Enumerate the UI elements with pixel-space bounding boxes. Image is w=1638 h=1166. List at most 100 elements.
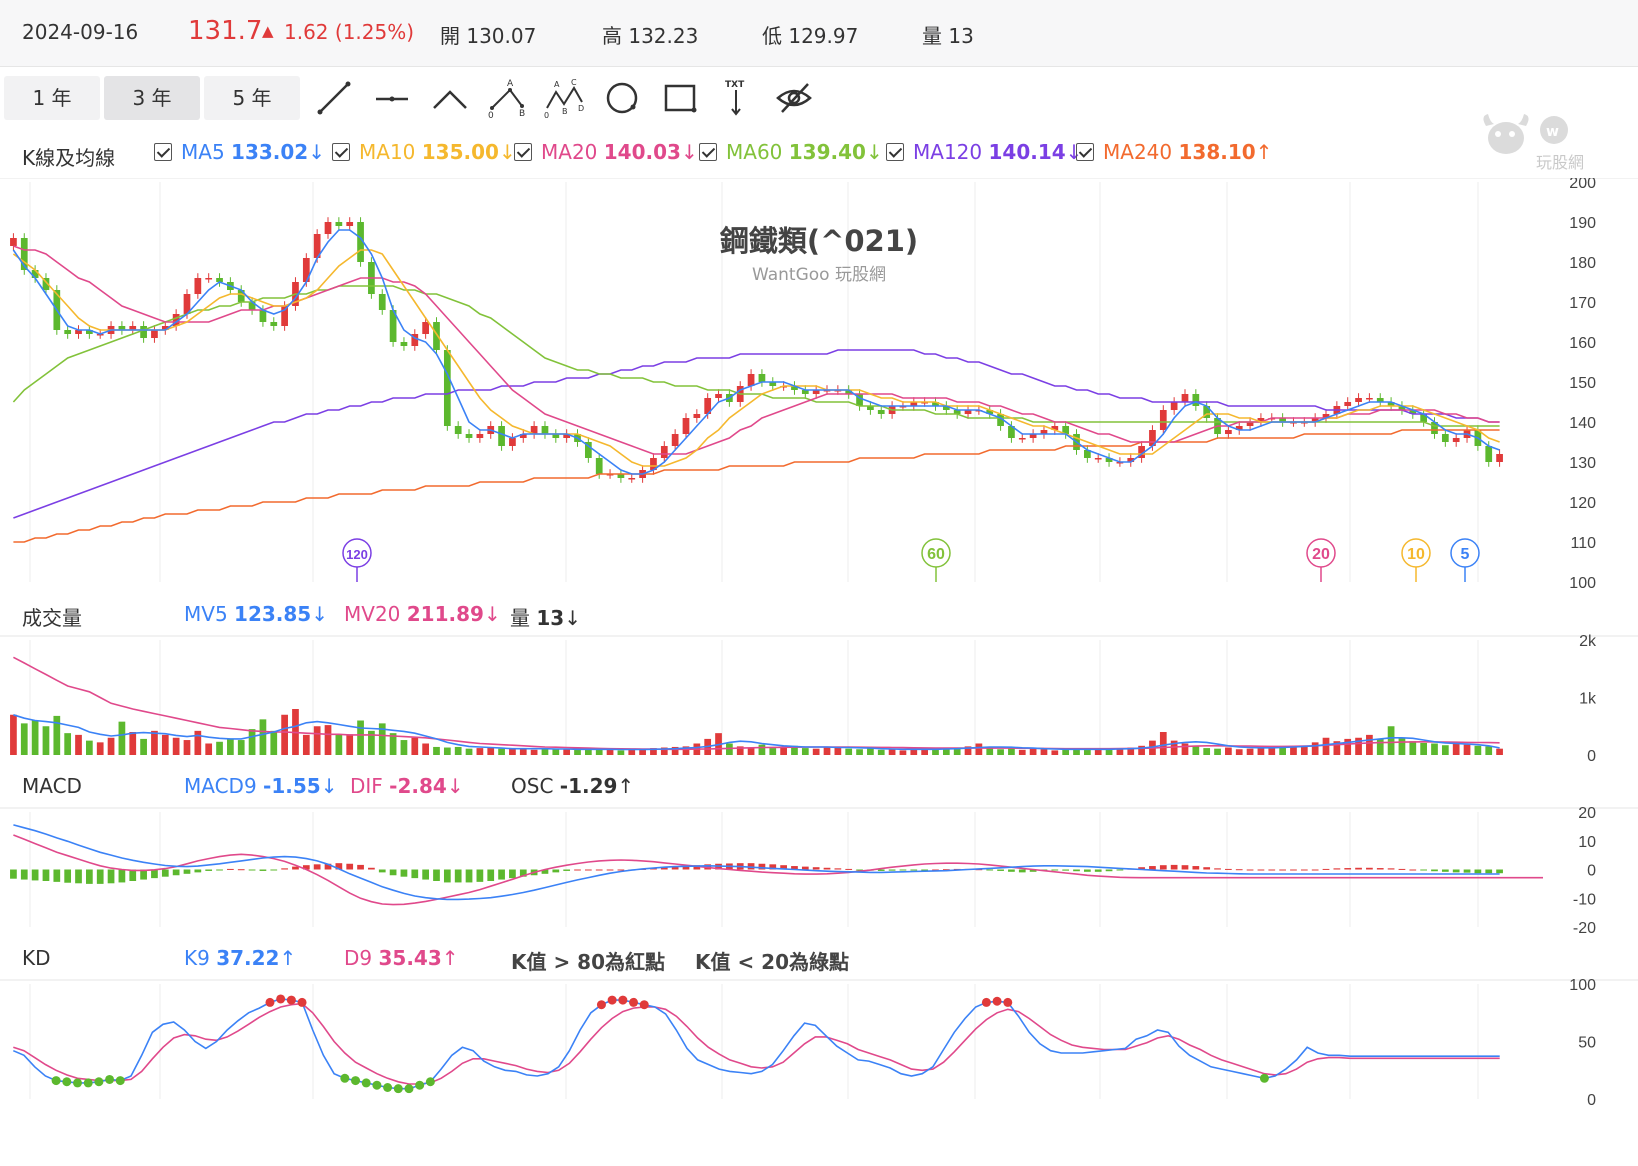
kd-chart[interactable]: 0 50 100 <box>0 974 1638 1166</box>
volume-bar <box>172 737 180 755</box>
kd-note-green: K值 < 20為綠點 <box>695 950 850 974</box>
kd-green-dot <box>115 1076 125 1086</box>
k9-line <box>12 998 1500 1090</box>
checkbox-icon[interactable] <box>699 143 717 161</box>
candle-body <box>443 350 451 426</box>
osc-bar <box>1105 869 1113 872</box>
angle-line-icon[interactable] <box>430 78 470 118</box>
osc-bar <box>1149 866 1156 870</box>
osc-bar <box>270 869 278 871</box>
volume-bar <box>856 749 863 755</box>
kd-red-dot <box>981 997 991 1007</box>
volume-bar <box>1203 748 1211 755</box>
volume-bar <box>324 725 332 755</box>
vol-arrow: ↓ <box>564 606 581 630</box>
osc-bar <box>378 869 386 873</box>
volume-bar <box>194 730 202 755</box>
volume-bar <box>476 748 484 755</box>
quote-open: 開 130.07 <box>440 24 537 48</box>
volume-bar <box>1474 745 1482 755</box>
volume-bar <box>96 742 104 755</box>
kline-legend: K線及均線 MA5 133.02 ↓ MA10 135.00 ↓ MA20 140.… <box>0 140 1638 170</box>
candle-body <box>541 426 549 434</box>
checkbox-icon[interactable] <box>154 143 172 161</box>
ma20-value: 140.03 <box>603 140 681 164</box>
candle-body <box>877 410 885 414</box>
candle-body <box>671 434 679 446</box>
d9-arrow: ↑ <box>441 946 459 970</box>
volume-bar <box>1452 743 1460 755</box>
range-1y-button[interactable]: 1 年 <box>4 76 100 120</box>
kd-note-red: K值 > 80為紅點 <box>511 950 666 974</box>
osc-bar <box>53 869 61 882</box>
volume-bar <box>129 732 137 755</box>
ma-marker-label: 5 <box>1461 546 1470 563</box>
checkbox-icon[interactable] <box>886 143 904 161</box>
text-tool-icon[interactable]: TXT <box>716 78 756 118</box>
volume-bar <box>498 748 505 755</box>
ma20-toggle[interactable]: MA20 140.03 ↓ <box>514 140 698 164</box>
osc-bar <box>129 869 137 881</box>
volume-bar <box>1018 749 1026 755</box>
abcd-pattern-icon[interactable]: A C 0 B D <box>544 78 584 120</box>
volume-bar <box>313 726 321 755</box>
y-tick-label: 2k <box>1579 633 1597 650</box>
abc-pattern-icon[interactable]: A 0 B <box>488 78 528 121</box>
ma20-label: MA20 <box>541 140 598 164</box>
kd-green-dot <box>425 1077 435 1087</box>
range-3y-button[interactable]: 3 年 <box>104 76 200 120</box>
mv5-arrow: ↓ <box>311 602 328 626</box>
ma20-arrow: ↓ <box>680 140 698 164</box>
volume-bar <box>1225 747 1232 755</box>
ma10-toggle[interactable]: MA10 135.00 ↓ <box>332 140 516 164</box>
kd-green-dot <box>83 1078 93 1088</box>
volume-bar <box>780 746 787 755</box>
volume-bar <box>867 748 874 755</box>
volume-bar <box>357 720 364 755</box>
y-tick-label: 200 <box>1569 178 1596 192</box>
kd-green-dot <box>383 1083 393 1092</box>
volume-legend: 成交量 MV5 123.85↓ MV20 211.89↓ 量 13↓ <box>0 600 1638 630</box>
line-tool-icon[interactable] <box>314 78 354 118</box>
candle-body <box>1441 434 1449 442</box>
kd-green-dot <box>415 1080 425 1090</box>
mv20-value: 211.89 <box>406 602 484 626</box>
osc-bar <box>1420 869 1428 871</box>
ma5-toggle[interactable]: MA5 133.02 ↓ <box>154 140 325 164</box>
kd-red-dot <box>297 997 307 1007</box>
candle-body <box>64 330 72 334</box>
rectangle-tool-icon[interactable] <box>660 78 700 118</box>
osc-bar <box>161 869 169 877</box>
mv20-indicator: MV20 211.89↓ <box>344 602 501 626</box>
horizontal-line-icon[interactable] <box>372 78 412 118</box>
kd-green-dot <box>51 1076 61 1086</box>
svg-text:w: w <box>1546 124 1559 140</box>
osc-bar <box>281 868 288 870</box>
ma120-toggle[interactable]: MA120 140.14 ↓ <box>886 140 1082 164</box>
osc-bar <box>31 869 39 881</box>
checkbox-icon[interactable] <box>332 143 350 161</box>
volume-bar <box>1159 732 1167 755</box>
osc-bar <box>606 869 614 871</box>
ma240-toggle[interactable]: MA240 138.10 ↑ <box>1076 140 1272 164</box>
vol-value: 13 <box>536 606 565 630</box>
macd-chart[interactable]: -20 -10 0 10 20 <box>0 802 1638 937</box>
checkbox-icon[interactable] <box>1076 143 1094 161</box>
ma60-toggle[interactable]: MA60 139.40 ↓ <box>699 140 883 164</box>
ma10-value: 135.00 <box>421 140 499 164</box>
osc-bar <box>584 869 592 871</box>
checkbox-icon[interactable] <box>514 143 532 161</box>
volume-chart[interactable]: 0 1k 2k <box>0 630 1638 765</box>
macd9-label: MACD9 <box>184 774 257 798</box>
macd9-value: -1.55 <box>263 774 321 798</box>
kd-green-dot <box>94 1077 104 1087</box>
osc-bar <box>1225 868 1232 870</box>
circle-tool-icon[interactable] <box>602 78 642 118</box>
range-5y-button[interactable]: 5 年 <box>204 76 300 120</box>
kd-red-dot <box>629 997 639 1007</box>
hide-drawings-icon[interactable] <box>774 78 814 118</box>
osc-bar <box>85 869 93 884</box>
ma-marker-label: 120 <box>346 547 368 562</box>
osc-bar <box>801 866 809 870</box>
kd-green-dot <box>62 1077 72 1087</box>
